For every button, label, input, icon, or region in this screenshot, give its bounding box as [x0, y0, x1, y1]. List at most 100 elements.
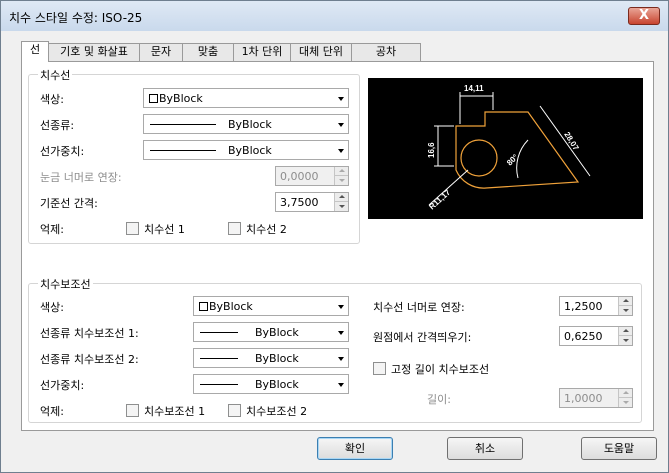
- extline2-linetype-label: 선종류 치수보조선 2:: [40, 353, 139, 366]
- window-title: 치수 스타일 수정: ISO-25: [9, 11, 143, 25]
- extline-lineweight-label: 선가중치:: [40, 379, 85, 392]
- lines-tab-panel: 치수선 색상: ByBlock 선종류: ByBlock 선가중치: ByBlo…: [21, 61, 654, 431]
- preview-radius-label: R11,17: [427, 187, 452, 211]
- spin-down-icon[interactable]: [334, 176, 348, 185]
- dimension-style-dialog: 치수 스타일 수정: ISO-25 X 선 기호 및 화살표 문자 맞춤 1차 …: [0, 0, 669, 473]
- chevron-down-icon: [338, 331, 344, 335]
- fixed-length-checkbox[interactable]: [373, 362, 386, 375]
- baseline-spacing-value: 3,7500: [280, 196, 319, 209]
- extline-lineweight-select[interactable]: ByBlock: [193, 374, 349, 394]
- extline1-linetype-label: 선종류 치수보조선 1:: [40, 327, 139, 340]
- fixed-length-label: 고정 길이 치수보조선: [391, 363, 490, 376]
- color-swatch-icon: [199, 302, 208, 311]
- extline-color-select[interactable]: ByBlock: [193, 296, 349, 316]
- extend-beyond-label: 치수선 너머로 연장:: [373, 301, 465, 314]
- tab-lines[interactable]: 선: [21, 41, 49, 62]
- extension-lines-group: 치수보조선 색상: ByBlock 선종류 치수보조선 1: ByBlock 선…: [28, 276, 642, 423]
- spin-up-icon[interactable]: [618, 327, 632, 336]
- dimension-lines-group: 치수선 색상: ByBlock 선종류: ByBlock 선가중치: ByBlo…: [28, 67, 360, 244]
- suppress-dimline-1-checkbox[interactable]: [126, 222, 139, 235]
- dimline-lineweight-value: ByBlock: [228, 144, 272, 157]
- dimension-preview: 14,11 16,6 28,07 80° R11,17: [368, 78, 643, 219]
- suppress-dimline-1-label: 치수선 1: [144, 223, 185, 236]
- length-input[interactable]: 1,0000: [559, 388, 633, 408]
- cancel-button[interactable]: 취소: [447, 437, 523, 460]
- tab-alternate-units[interactable]: 대체 단위: [290, 43, 352, 61]
- tab-fit[interactable]: 맞춤: [182, 43, 234, 61]
- dimline-extend-value: 0,0000: [280, 170, 319, 183]
- dimline-lineweight-select[interactable]: ByBlock: [143, 140, 349, 160]
- spin-down-icon[interactable]: [618, 306, 632, 315]
- spin-up-icon[interactable]: [334, 167, 348, 176]
- baseline-spacing-input[interactable]: 3,7500: [275, 192, 349, 212]
- chevron-down-icon: [338, 305, 344, 309]
- dimline-color-value: ByBlock: [159, 92, 203, 105]
- tab-symbols-arrows[interactable]: 기호 및 화살표: [48, 43, 140, 61]
- extension-lines-title: 치수보조선: [38, 276, 93, 292]
- lineweight-sample: [200, 384, 238, 385]
- chevron-down-icon: [338, 357, 344, 361]
- extend-beyond-value: 1,2500: [564, 300, 603, 313]
- extline-lineweight-value: ByBlock: [255, 378, 299, 391]
- spin-up-icon[interactable]: [618, 389, 632, 398]
- extline-suppress-label: 억제:: [40, 405, 64, 418]
- baseline-spacing-label: 기준선 간격:: [40, 197, 98, 210]
- spin-down-icon[interactable]: [618, 336, 632, 345]
- spin-up-icon[interactable]: [618, 297, 632, 306]
- linetype-sample: [150, 124, 216, 125]
- extline2-linetype-value: ByBlock: [255, 352, 299, 365]
- suppress-extline-1-label: 치수보조선 1: [144, 405, 206, 418]
- tab-text[interactable]: 문자: [139, 43, 183, 61]
- dimline-lineweight-label: 선가중치:: [40, 145, 85, 158]
- preview-shape-outline: [455, 111, 580, 189]
- dimline-color-select[interactable]: ByBlock: [143, 88, 349, 108]
- extline-color-value: ByBlock: [209, 300, 253, 313]
- ok-button[interactable]: 확인: [317, 437, 393, 460]
- spin-down-icon[interactable]: [334, 202, 348, 211]
- chevron-down-icon: [338, 123, 344, 127]
- chevron-down-icon: [338, 97, 344, 101]
- linetype-sample: [200, 358, 238, 359]
- extend-beyond-input[interactable]: 1,2500: [559, 296, 633, 316]
- chevron-down-icon: [338, 383, 344, 387]
- preview-right-dimline: [539, 105, 591, 177]
- tab-tolerances[interactable]: 공차: [351, 43, 421, 61]
- dimline-color-label: 색상:: [40, 93, 64, 106]
- dimline-extend-input[interactable]: 0,0000: [275, 166, 349, 186]
- dimline-suppress-label: 억제:: [40, 223, 64, 236]
- dimline-linetype-select[interactable]: ByBlock: [143, 114, 349, 134]
- dimension-lines-title: 치수선: [38, 67, 73, 83]
- lineweight-sample: [150, 150, 216, 151]
- offset-origin-value: 0,6250: [564, 330, 603, 343]
- suppress-extline-2-checkbox[interactable]: [228, 404, 241, 417]
- suppress-extline-1-checkbox[interactable]: [126, 404, 139, 417]
- close-button[interactable]: X: [628, 7, 660, 25]
- dimline-extend-label: 눈금 너머로 연장:: [40, 171, 122, 184]
- linetype-sample: [200, 332, 238, 333]
- length-value: 1,0000: [564, 392, 603, 405]
- suppress-extline-2-label: 치수보조선 2: [246, 405, 308, 418]
- dimline-linetype-label: 선종류:: [40, 119, 75, 132]
- preview-hole: [460, 139, 498, 177]
- preview-top-label: 14,11: [464, 84, 484, 93]
- length-label: 길이:: [427, 393, 451, 406]
- tab-primary-units[interactable]: 1차 단위: [233, 43, 291, 61]
- spin-up-icon[interactable]: [334, 193, 348, 202]
- extline-color-label: 색상:: [40, 301, 64, 314]
- offset-origin-label: 원점에서 간격띄우기:: [373, 331, 472, 344]
- extline2-linetype-select[interactable]: ByBlock: [193, 348, 349, 368]
- chevron-down-icon: [338, 149, 344, 153]
- extline1-linetype-value: ByBlock: [255, 326, 299, 339]
- spin-down-icon[interactable]: [618, 398, 632, 407]
- dimline-linetype-value: ByBlock: [228, 118, 272, 131]
- preview-left-label: 16,6: [427, 142, 436, 158]
- help-button[interactable]: 도움말: [581, 437, 657, 460]
- suppress-dimline-2-checkbox[interactable]: [228, 222, 241, 235]
- offset-origin-input[interactable]: 0,6250: [559, 326, 633, 346]
- preview-drawing: 14,11 16,6 28,07 80° R11,17: [427, 84, 591, 211]
- extline1-linetype-select[interactable]: ByBlock: [193, 322, 349, 342]
- title-bar: 치수 스타일 수정: ISO-25 X: [1, 1, 668, 31]
- color-swatch-icon: [149, 94, 158, 103]
- suppress-dimline-2-label: 치수선 2: [246, 223, 287, 236]
- preview-angle-label: 80°: [505, 152, 520, 167]
